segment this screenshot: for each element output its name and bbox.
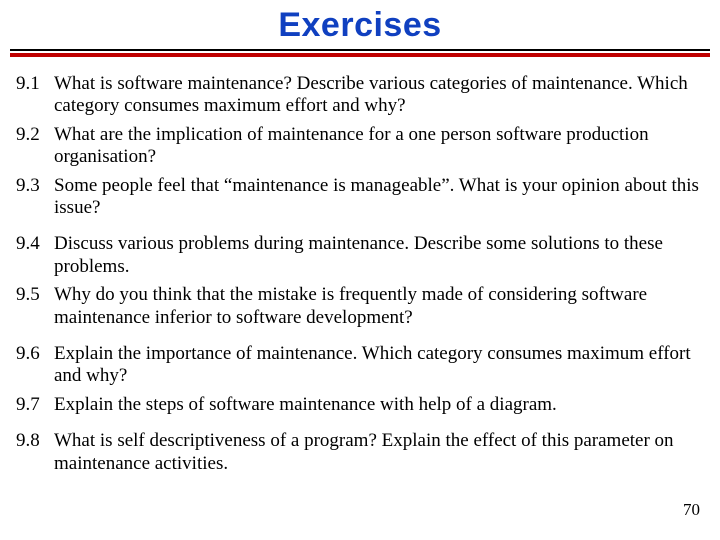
list-item: 9.8 What is self descriptiveness of a pr… [16, 430, 704, 475]
item-text: Explain the importance of maintenance. W… [54, 343, 704, 388]
item-text: What is self descriptiveness of a progra… [54, 430, 704, 475]
list-item: 9.4 Discuss various problems during main… [16, 233, 704, 278]
list-item: 9.2 What are the implication of maintena… [16, 124, 704, 169]
item-number: 9.8 [16, 430, 54, 475]
item-text: Discuss various problems during maintena… [54, 233, 704, 278]
page-number: 70 [683, 500, 700, 520]
item-number: 9.3 [16, 175, 54, 220]
item-text: Why do you think that the mistake is fre… [54, 284, 704, 329]
list-item: 9.5 Why do you think that the mistake is… [16, 284, 704, 329]
item-text: What is software maintenance? Describe v… [54, 73, 704, 118]
item-number: 9.7 [16, 394, 54, 416]
rule-red [10, 53, 710, 57]
page-title: Exercises [0, 0, 720, 49]
item-number: 9.6 [16, 343, 54, 388]
list-item: 9.3 Some people feel that “maintenance i… [16, 175, 704, 220]
list-item: 9.6 Explain the importance of maintenanc… [16, 343, 704, 388]
content-area: 9.1 What is software maintenance? Descri… [0, 59, 720, 475]
item-text: Some people feel that “maintenance is ma… [54, 175, 704, 220]
rule-top [10, 49, 710, 51]
item-text: Explain the steps of software maintenanc… [54, 394, 704, 416]
item-number: 9.4 [16, 233, 54, 278]
item-number: 9.2 [16, 124, 54, 169]
list-item: 9.7 Explain the steps of software mainte… [16, 394, 704, 416]
item-number: 9.1 [16, 73, 54, 118]
list-item: 9.1 What is software maintenance? Descri… [16, 73, 704, 118]
item-text: What are the implication of maintenance … [54, 124, 704, 169]
item-number: 9.5 [16, 284, 54, 329]
